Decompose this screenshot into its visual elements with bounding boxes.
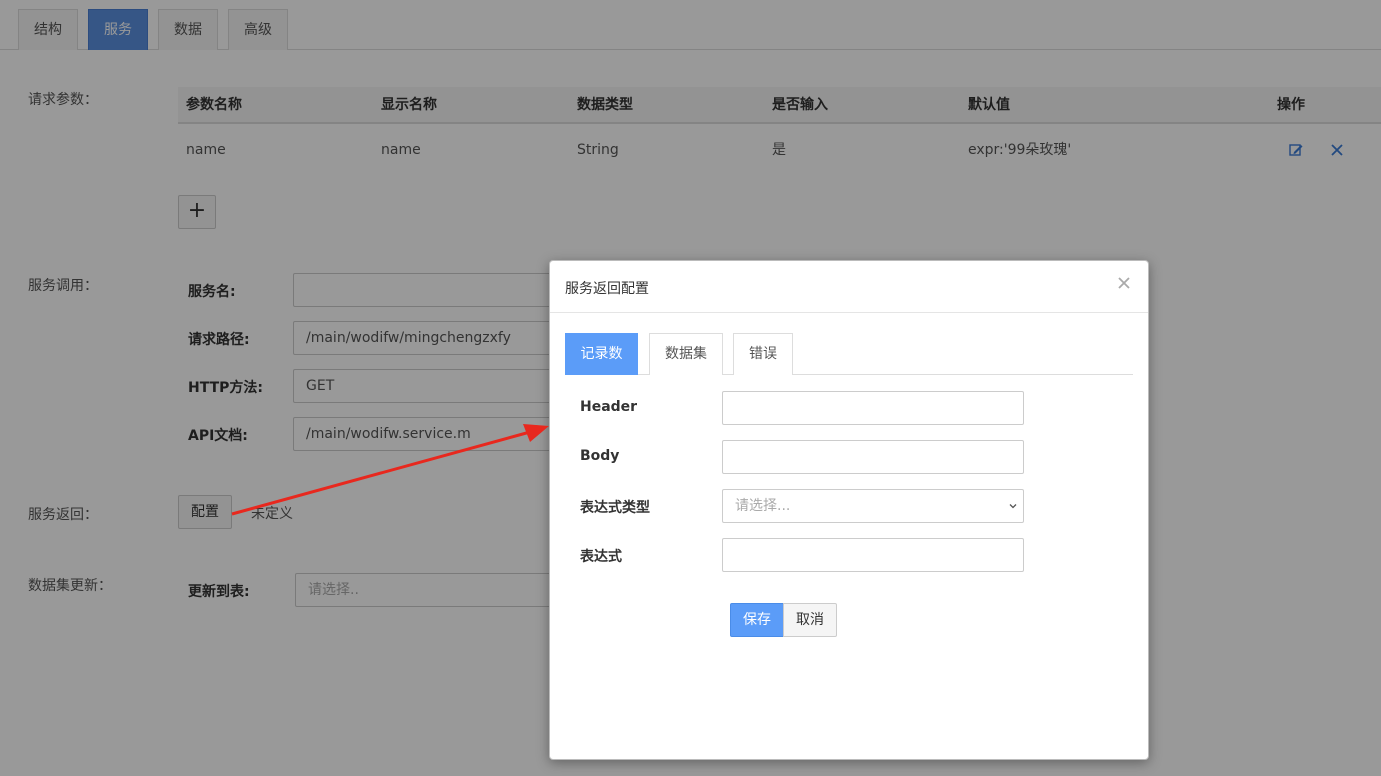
header-label: Header [580, 399, 638, 415]
service-return-config-modal: 服务返回配置 记录数 数据集 错误 Header Body 表达式类型 请选择.… [549, 260, 1149, 760]
body-label: Body [580, 448, 620, 464]
expression-label: 表达式 [580, 549, 622, 565]
tab-dataset[interactable]: 数据集 [649, 333, 723, 375]
save-button[interactable]: 保存 [730, 603, 784, 637]
modal-tab-bar: 记录数 数据集 错误 [565, 333, 1133, 375]
cancel-button[interactable]: 取消 [783, 603, 837, 637]
chevron-down-icon [1009, 504, 1017, 509]
expression-input[interactable] [722, 538, 1024, 572]
expression-type-placeholder: 请选择... [735, 498, 791, 514]
expression-type-label: 表达式类型 [580, 500, 650, 516]
modal-title: 服务返回配置 [565, 281, 649, 297]
modal-header: 服务返回配置 [550, 261, 1148, 313]
body-input[interactable] [722, 440, 1024, 474]
header-input[interactable] [722, 391, 1024, 425]
tab-record-count[interactable]: 记录数 [565, 333, 638, 375]
expression-type-select[interactable]: 请选择... [722, 489, 1024, 523]
close-icon[interactable] [1116, 275, 1132, 291]
tab-error[interactable]: 错误 [733, 333, 793, 375]
